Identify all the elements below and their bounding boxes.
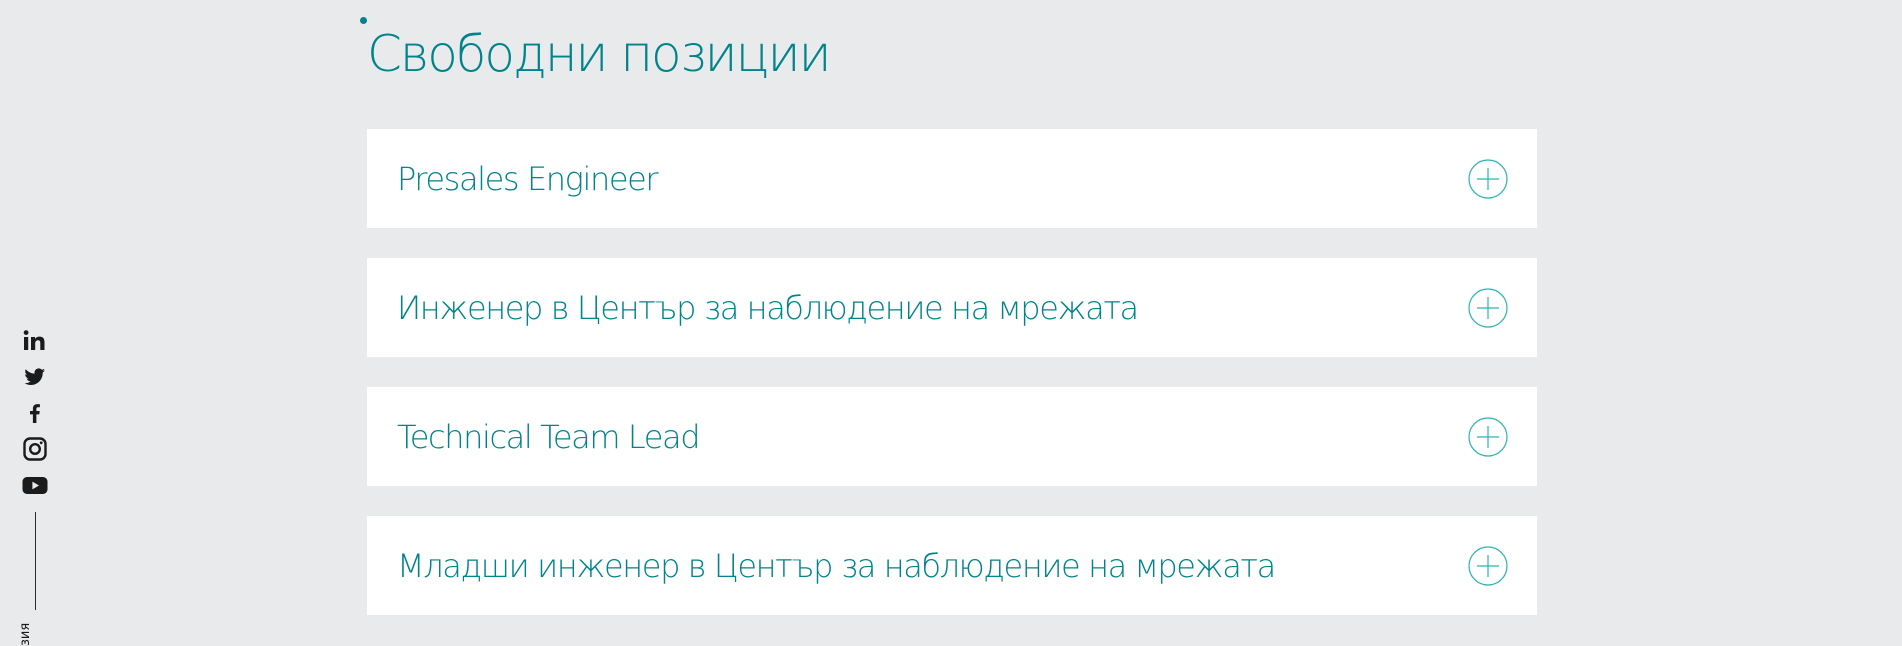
job-position-title: Technical Team Lead (397, 417, 701, 456)
job-positions-list: Presales Engineer Инженер в Център за на… (367, 129, 1537, 645)
plus-circle-icon[interactable] (1468, 158, 1508, 199)
plus-circle-icon[interactable] (1468, 287, 1508, 328)
linkedin-icon (23, 330, 45, 350)
job-position-item[interactable]: Младши инженер в Център за наблюдение на… (367, 516, 1537, 615)
social-links (20, 326, 50, 610)
instagram-icon (23, 437, 47, 461)
twitter-icon (24, 368, 45, 385)
title-bullet-dot (360, 17, 367, 24)
facebook-icon (30, 404, 40, 423)
youtube-icon (22, 477, 48, 494)
social-divider-line (34, 512, 36, 610)
job-position-item[interactable]: Presales Engineer (367, 129, 1537, 228)
plus-circle-icon[interactable] (1468, 416, 1508, 457)
youtube-link[interactable] (20, 470, 50, 500)
page-title: Свободни позиции (367, 25, 832, 83)
side-vertical-label: зия (18, 622, 33, 646)
facebook-link[interactable] (20, 398, 50, 428)
job-position-title: Presales Engineer (397, 159, 659, 198)
job-position-title: Инженер в Център за наблюдение на мрежат… (397, 288, 1139, 327)
instagram-link[interactable] (20, 434, 50, 464)
job-position-item[interactable]: Инженер в Център за наблюдение на мрежат… (367, 258, 1537, 357)
twitter-link[interactable] (20, 362, 50, 392)
linkedin-link[interactable] (20, 326, 50, 356)
job-position-item[interactable]: Technical Team Lead (367, 387, 1537, 486)
job-position-title: Младши инженер в Център за наблюдение на… (397, 546, 1276, 585)
plus-circle-icon[interactable] (1468, 545, 1508, 586)
